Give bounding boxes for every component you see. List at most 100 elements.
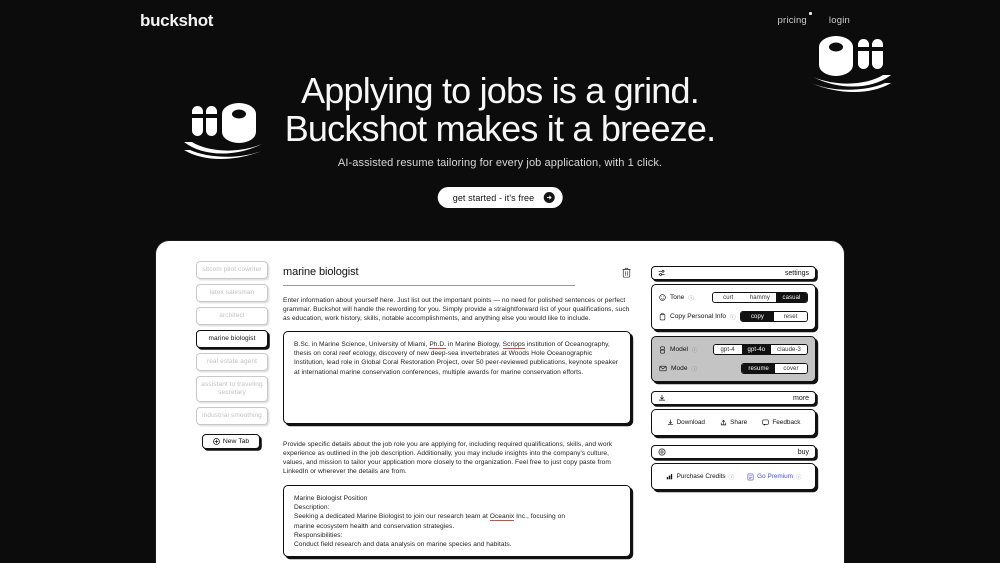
download-cloud-icon xyxy=(658,394,666,402)
job-line-0: Marine Biologist Position xyxy=(294,495,368,502)
settings-header[interactable]: settings xyxy=(651,266,816,280)
chip-icon xyxy=(659,345,666,354)
job-line-3: marine ecosystem health and conservation… xyxy=(294,522,455,530)
mode-option-resume[interactable]: resume xyxy=(742,364,775,373)
copy-personal-info-label: Copy Personal Info xyxy=(670,313,727,320)
sidebar-item-assistant-to-traveling-secretary[interactable]: assistant to traveling secretary xyxy=(196,376,268,402)
download-label: Download xyxy=(676,419,705,426)
sidebar-item-real-estate-agent[interactable]: real estate agent xyxy=(196,353,268,371)
hero-section: buckshot pricing login Applying to jobs … xyxy=(0,0,1000,250)
delete-tab-button[interactable] xyxy=(620,266,633,279)
envelope-icon xyxy=(659,365,667,372)
spellcheck-oceanix: Oceanix xyxy=(489,513,515,522)
job-helper-text: Provide specific details about the job r… xyxy=(283,441,613,475)
copy-personal-info-segmented-control: copy reset xyxy=(740,311,808,322)
copy-personal-info-info-icon[interactable]: ⓘ xyxy=(730,313,736,321)
arrow-right-circle-icon xyxy=(543,192,555,203)
get-started-button[interactable]: get started - it's free xyxy=(437,187,563,208)
purchase-credits-info-icon[interactable]: ⓘ xyxy=(729,473,734,481)
download-button[interactable]: Download xyxy=(667,419,705,426)
get-started-label: get started - it's free xyxy=(452,192,535,203)
sliders-icon xyxy=(658,269,666,277)
buy-header[interactable]: buy xyxy=(651,445,816,459)
title-divider xyxy=(283,285,575,286)
model-segmented-control: gpt-4 gpt-4o claude-3 xyxy=(712,344,808,355)
settings-header-label: settings xyxy=(784,269,809,277)
sidebar-item-sitcom-pilot-cowriter[interactable]: sitcom pilot cowriter xyxy=(196,261,268,279)
resume-helper-text: Enter information about yourself here. J… xyxy=(283,297,630,322)
tone-label: Tone xyxy=(670,294,685,301)
clipboard-icon xyxy=(659,312,666,321)
share-button[interactable]: Share xyxy=(720,419,747,426)
copy-option-reset[interactable]: reset xyxy=(774,312,807,321)
mode-option-cover[interactable]: cover xyxy=(775,364,807,373)
model-info-icon[interactable]: ⓘ xyxy=(692,346,698,354)
more-card: Download Share Feedback xyxy=(651,409,816,436)
premium-badge-icon xyxy=(747,473,754,481)
smiley-icon xyxy=(659,294,666,301)
message-square-icon xyxy=(762,419,769,426)
app-preview-panel: sitcom pilot cowriter latex salesman arc… xyxy=(155,240,845,563)
sidebar-item-latex-salesman[interactable]: latex salesman xyxy=(196,284,268,302)
plus-circle-icon xyxy=(213,438,220,445)
job-description-textarea[interactable]: Marine Biologist Position Description: S… xyxy=(283,485,631,557)
job-line-1: Description: xyxy=(294,504,330,512)
tone-segmented-control: curt hammy casual xyxy=(711,292,808,303)
share-icon xyxy=(720,419,727,426)
hero-title-line-2: Buckshot makes it a breeze. xyxy=(284,108,716,149)
tone-option-casual[interactable]: casual xyxy=(776,293,807,302)
sidebar-item-architect[interactable]: architect xyxy=(196,307,268,325)
tone-option-hammy[interactable]: hammy xyxy=(743,293,776,302)
tone-info-icon[interactable]: ⓘ xyxy=(688,294,694,302)
mode-info-icon[interactable]: ⓘ xyxy=(692,365,698,373)
purchase-credits-button[interactable]: Purchase Credits ⓘ xyxy=(666,473,734,481)
setting-row-model: Model ⓘ gpt-4 gpt-4o claude-3 xyxy=(659,343,808,356)
model-option-claude-3[interactable]: claude-3 xyxy=(771,345,807,354)
sidebar-tabs: sitcom pilot cowriter latex salesman arc… xyxy=(196,261,268,449)
go-premium-label: Go Premium xyxy=(757,473,794,480)
go-premium-info-icon[interactable]: ⓘ xyxy=(796,473,801,481)
resume-input-textarea[interactable]: B.Sc. in Marine Science, University of M… xyxy=(283,331,631,424)
tone-option-curt[interactable]: curt xyxy=(712,293,744,302)
setting-row-copy-personal-info: Copy Personal Info ⓘ copy reset xyxy=(659,310,808,323)
more-actions: Download Share Feedback xyxy=(659,416,808,429)
page-root: buckshot pricing login Applying to jobs … xyxy=(0,0,1000,563)
model-mode-card: Model ⓘ gpt-4 gpt-4o claude-3 Mode ⓘ res… xyxy=(651,336,816,382)
download-icon xyxy=(667,419,674,426)
model-label: Model xyxy=(670,346,688,353)
buy-actions: Purchase Credits ⓘ Go Premium ⓘ xyxy=(659,470,808,483)
mode-label: Mode xyxy=(671,365,688,372)
copy-option-copy[interactable]: copy xyxy=(741,312,774,321)
sidebar-item-industrial-smoothing[interactable]: industrial smoothing xyxy=(196,407,268,425)
feedback-label: Feedback xyxy=(772,419,801,426)
buy-card: Purchase Credits ⓘ Go Premium ⓘ xyxy=(651,463,816,490)
settings-card: Tone ⓘ curt hammy casual Copy Personal I… xyxy=(651,284,816,330)
new-tab-label: New Tab xyxy=(222,438,250,445)
document-title-row: marine biologist xyxy=(283,266,633,279)
copy-personal-info-label-group: Copy Personal Info ⓘ xyxy=(659,312,736,321)
setting-row-mode: Mode ⓘ resume cover xyxy=(659,362,808,375)
spellcheck-scripps: Scripps xyxy=(502,341,526,349)
model-label-group: Model ⓘ xyxy=(659,345,698,354)
page-title: Applying to jobs is a grind. Buckshot ma… xyxy=(0,72,1000,148)
document-title[interactable]: marine biologist xyxy=(283,266,359,278)
settings-rail: settings Tone ⓘ curt hammy casual Copy P… xyxy=(651,266,816,490)
buy-header-label: buy xyxy=(797,448,809,456)
go-premium-button[interactable]: Go Premium ⓘ xyxy=(747,473,801,481)
feedback-button[interactable]: Feedback xyxy=(762,419,800,426)
coin-icon xyxy=(658,448,666,456)
mode-segmented-control: resume cover xyxy=(741,363,808,374)
tone-label-group: Tone ⓘ xyxy=(659,294,694,302)
job-line-5: Conduct field research and data analysis… xyxy=(294,541,512,549)
sidebar-item-marine-biologist[interactable]: marine biologist xyxy=(196,330,268,348)
hero-subtitle: AI-assisted resume tailoring for every j… xyxy=(337,157,663,169)
more-header[interactable]: more xyxy=(651,391,816,405)
new-tab-button[interactable]: New Tab xyxy=(202,434,260,449)
more-header-label: more xyxy=(793,394,809,402)
job-line-4: Responsibilities: xyxy=(294,531,343,539)
brand-logo[interactable]: buckshot xyxy=(140,11,213,31)
model-option-gpt-4o[interactable]: gpt-4o xyxy=(741,345,772,354)
pricing-badge-dot-icon xyxy=(808,12,812,15)
credits-bars-icon xyxy=(666,473,674,480)
model-option-gpt-4[interactable]: gpt-4 xyxy=(713,345,742,354)
